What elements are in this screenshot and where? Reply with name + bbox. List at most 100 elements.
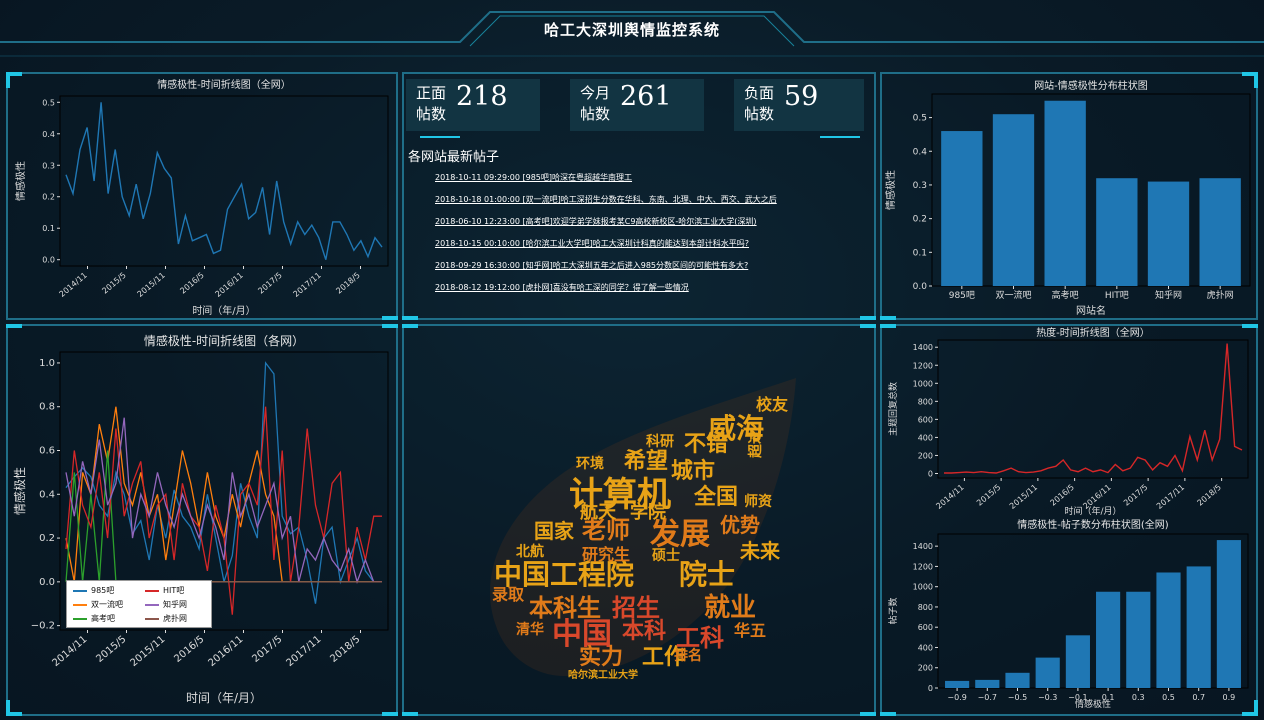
x-axis-label: 时间（年/月） bbox=[186, 691, 262, 705]
x-tick-label: −0.5 bbox=[1008, 693, 1027, 702]
corner-accent bbox=[860, 316, 876, 320]
news-link[interactable]: 2018-10-15 00:10:00 [哈尔滨工业大学吧]哈工大深圳计科真的能… bbox=[435, 237, 777, 259]
x-tick-label: 2014/11 bbox=[58, 271, 89, 299]
news-link[interactable]: 2018-08-12 19:12:00 [虎扑网]喜没有哈工深的同学？得了解一些… bbox=[435, 281, 777, 303]
bar bbox=[992, 114, 1035, 286]
wordcloud: 中国工程院 院士计算机发展中国本科生 招生 就业实力 工作老师威海城市不错全国 师资优势未… bbox=[490, 378, 796, 681]
y-tick-label: 0.3 bbox=[42, 161, 55, 170]
wordcloud-word: 未来 bbox=[740, 539, 781, 563]
y-tick-label: 0.6 bbox=[39, 446, 55, 457]
legend-item: 知乎网 bbox=[145, 599, 187, 610]
y-tick-label: 0.5 bbox=[42, 98, 55, 107]
series-line bbox=[65, 361, 382, 604]
bar bbox=[1096, 178, 1138, 286]
x-tick-label: 2018/5 bbox=[328, 634, 362, 665]
y-tick-label: 600 bbox=[918, 415, 933, 424]
legend-swatch bbox=[73, 617, 87, 620]
news-heading: 各网站最新帖子 bbox=[408, 150, 500, 165]
stat-positive-label-2: 帖数 bbox=[416, 105, 447, 123]
x-tick-label: −0.3 bbox=[1038, 693, 1057, 702]
x-tick-label: 知乎网 bbox=[1155, 289, 1182, 301]
stat-month-value: 261 bbox=[620, 81, 672, 112]
x-tick-label: 2018/5 bbox=[334, 271, 361, 296]
y-tick-label: 0.1 bbox=[42, 224, 55, 233]
series-line bbox=[65, 102, 383, 260]
y-tick-label: 800 bbox=[918, 397, 933, 406]
x-tick-label: 985吧 bbox=[949, 290, 975, 301]
series-line bbox=[65, 417, 382, 584]
legend-swatch bbox=[145, 589, 159, 592]
x-tick-label: 2017/11 bbox=[292, 271, 323, 299]
app-title: 哈工大深圳舆情监控系统 bbox=[543, 21, 720, 39]
wordcloud-word: 希望 bbox=[624, 448, 668, 474]
bar bbox=[1199, 178, 1241, 286]
y-tick-label: 0.0 bbox=[913, 282, 928, 292]
y-tick-label: 0.0 bbox=[39, 577, 55, 588]
news-link[interactable]: 2018-06-10 12:23:00 [高考吧]欢迎学弟学妹报考某C9高校新校… bbox=[435, 215, 777, 237]
chart-title: 情感极性-时间折线图（各网） bbox=[144, 333, 304, 348]
y-tick-label: 0.3 bbox=[913, 181, 927, 191]
chart-heat-time: 热度-时间折线图（全网） 0 200 400 600 800 1000 1200 1400 主题回… bbox=[887, 326, 1249, 516]
wordcloud-word: 研究生 bbox=[582, 545, 630, 564]
bar bbox=[1216, 540, 1241, 688]
stat-negative-value: 59 bbox=[784, 81, 819, 112]
x-tick-label: 2016/11 bbox=[207, 634, 246, 669]
plot-frame bbox=[59, 95, 389, 267]
y-tick-label: 0.2 bbox=[913, 215, 927, 225]
chart-title: 情感极性-帖子数分布柱状图(全网) bbox=[1017, 518, 1169, 531]
wordcloud-word: 环境 bbox=[576, 455, 604, 472]
news-link[interactable]: 2018-10-18 01:00:00 [双一流吧]哈工深招生分数在华科、东南、… bbox=[435, 193, 777, 215]
stat-negative: 负面 帖数 59 bbox=[734, 79, 864, 131]
x-axis-label: 时间（年/月） bbox=[192, 304, 255, 317]
wordcloud-word: 校友 bbox=[756, 395, 789, 414]
y-tick-label: 0.2 bbox=[42, 193, 55, 202]
x-tick-label: 2014/11 bbox=[51, 634, 90, 669]
legend-label: 高考吧 bbox=[91, 614, 115, 623]
legend-label: HIT吧 bbox=[163, 586, 185, 595]
wordcloud-word: 科研 bbox=[646, 433, 674, 450]
y-tick-label: 200 bbox=[918, 664, 933, 673]
x-tick-label: 2017/11 bbox=[285, 634, 324, 669]
legend-swatch bbox=[73, 589, 87, 592]
legend-item: 高考吧 bbox=[73, 613, 115, 624]
bar bbox=[1156, 572, 1181, 688]
chart-sentiment-count-bar: 情感极性-帖子数分布柱状图(全网) 0 200 400 600 800 1000 1200 14… bbox=[887, 518, 1249, 710]
wordcloud-word: 师资 bbox=[744, 493, 772, 510]
legend-label: 虎扑网 bbox=[163, 614, 187, 623]
x-tick-label: 2016/5 bbox=[1049, 483, 1076, 508]
stat-positive: 正面 帖数 218 bbox=[406, 79, 540, 131]
chart-sentiment-time-each: 情感极性-时间折线图（各网） −0.2 0.0 0.2 0.4 0.6 0.8 1.0 情感极性… bbox=[12, 333, 389, 705]
stat-negative-label-2: 帖数 bbox=[744, 105, 775, 123]
x-tick-label: 0.9 bbox=[1223, 693, 1236, 702]
x-tick-label: HIT吧 bbox=[1105, 290, 1129, 301]
wordcloud-word: 本科生 bbox=[529, 594, 601, 622]
wordcloud-word: 城市 bbox=[671, 458, 715, 484]
legend-label: 双一流吧 bbox=[91, 600, 123, 609]
x-tick-label: −0.1 bbox=[1068, 693, 1087, 702]
y-axis-label: 情感极性 bbox=[14, 161, 27, 201]
wordcloud-word: 录取 bbox=[492, 585, 524, 604]
y-tick-label: −0.2 bbox=[31, 621, 55, 632]
bar bbox=[1065, 635, 1090, 688]
y-axis-label: 情感极性 bbox=[12, 467, 27, 515]
y-tick-label: 1200 bbox=[913, 562, 933, 571]
x-tick-label: 2015/11 bbox=[1008, 483, 1039, 511]
y-axis-label: 帖子数 bbox=[887, 597, 899, 624]
news-link[interactable]: 2018-09-29 16:30:00 [知乎网]哈工大深圳五年之后进入985分… bbox=[435, 259, 777, 281]
y-tick-label: 0.2 bbox=[39, 533, 55, 544]
x-tick-label: 2017/5 bbox=[1122, 483, 1149, 508]
y-tick-label: 400 bbox=[918, 643, 933, 652]
wordcloud-word: 硕士 bbox=[652, 547, 680, 564]
wordcloud-word: 就业 bbox=[704, 593, 756, 623]
wordcloud-word: 哈尔滨工业大学 bbox=[568, 668, 638, 681]
bar bbox=[941, 131, 983, 286]
x-tick-label: 虎扑网 bbox=[1207, 289, 1234, 301]
news-link[interactable]: 2018-10-11 09:29:00 [985吧]哈深在粤超越华南理工 bbox=[435, 171, 777, 193]
x-tick-label: 2016/5 bbox=[178, 271, 205, 296]
stat-month: 今月 帖数 261 bbox=[570, 79, 704, 131]
bar bbox=[1035, 657, 1060, 688]
y-tick-label: 0.1 bbox=[913, 248, 927, 258]
y-tick-label: 0.4 bbox=[913, 147, 928, 157]
x-tick-label: 2015/11 bbox=[129, 634, 168, 669]
bar bbox=[1147, 181, 1190, 286]
